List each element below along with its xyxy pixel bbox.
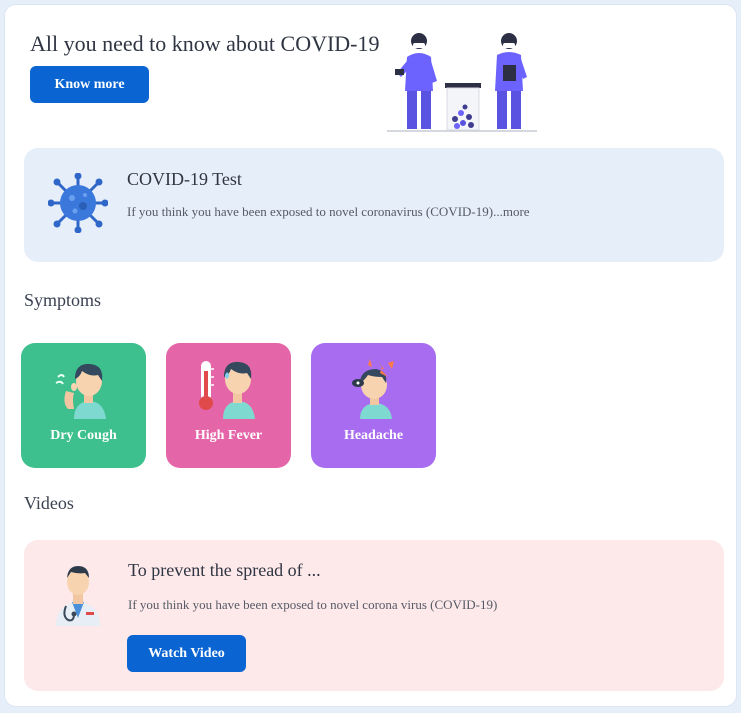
virus-icon	[48, 173, 108, 233]
watch-video-button[interactable]: Watch Video	[127, 635, 246, 672]
know-more-button[interactable]: Know more	[30, 66, 149, 103]
medical-staff-illustration	[387, 33, 537, 132]
video-title: To prevent the spread of ...	[128, 560, 321, 580]
videos-heading: Videos	[24, 493, 74, 513]
symptom-card-high-fever[interactable]: High Fever	[166, 343, 291, 468]
cough-icon	[55, 363, 106, 419]
video-card: To prevent the spread of ... If you thin…	[24, 540, 724, 691]
doctor-icon	[56, 566, 100, 626]
test-card-description[interactable]: If you think you have been exposed to no…	[127, 204, 530, 220]
symptom-label: Headache	[343, 428, 404, 443]
symptom-card-dry-cough[interactable]: Dry Cough	[21, 343, 146, 468]
video-description: If you think you have been exposed to no…	[128, 597, 498, 612]
symptom-label: Dry Cough	[50, 428, 117, 443]
test-card-title: COVID-19 Test	[127, 169, 242, 189]
app-frame: All you need to know about COVID-19 Know…	[4, 4, 737, 707]
symptom-label: High Fever	[194, 428, 263, 443]
symptoms-heading: Symptoms	[24, 290, 102, 310]
headache-icon	[352, 359, 394, 419]
symptom-card-headache[interactable]: Headache	[311, 343, 436, 468]
thermometer-icon	[199, 361, 255, 419]
covid-test-card[interactable]: COVID-19 Test If you think you have been…	[24, 148, 724, 262]
hero-title: All you need to know about COVID-19	[30, 31, 380, 56]
